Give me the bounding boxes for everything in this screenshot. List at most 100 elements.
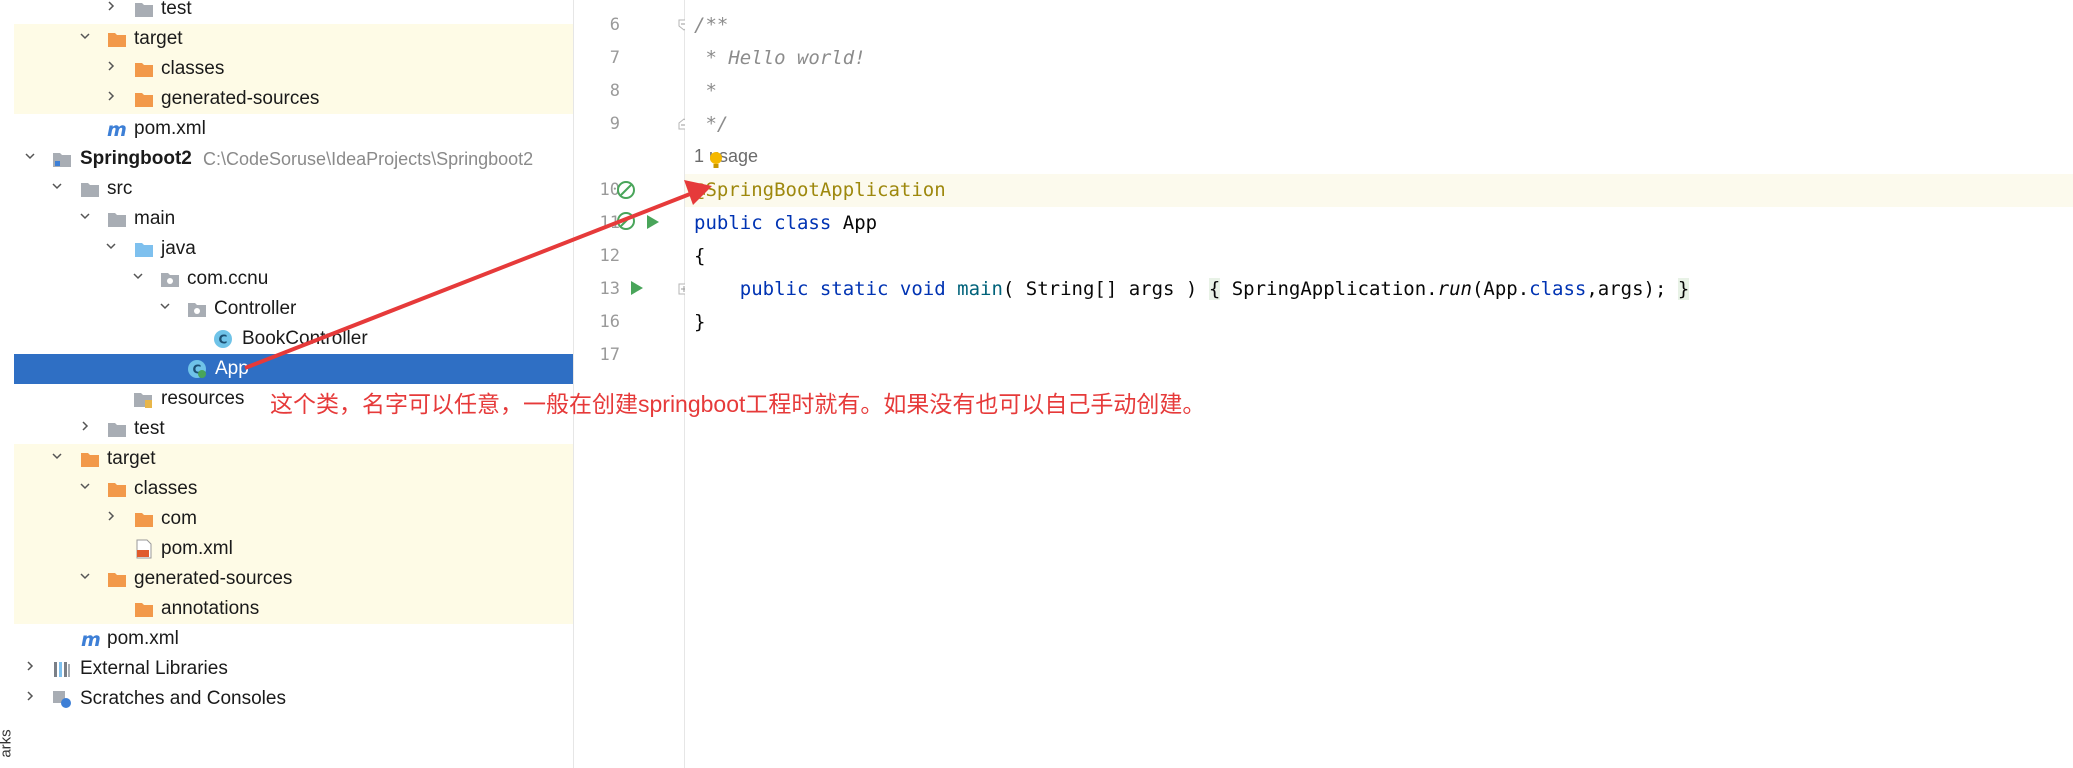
chevron-down-icon[interactable] [25,151,35,161]
maven-icon: m [81,629,100,649]
folder-icon [108,33,126,47]
tree-item-label: pom.xml [134,118,206,139]
run-icon[interactable] [630,280,644,296]
editor-gutter[interactable]: 6 7 8 9 10 11 12 13 16 17 [573,0,690,768]
code-editor[interactable]: /** * Hello world! * */ 1 usage @SpringB… [685,0,2073,768]
tree-item-label: src [107,178,133,199]
source-folder-icon [135,243,153,257]
brace-close: } [1677,278,1690,300]
spring-bean-icon[interactable] [616,211,636,231]
folder-icon [135,93,153,107]
code-line-10[interactable]: @SpringBootApplication [694,179,946,201]
tree-item-label: generated-sources [161,88,320,109]
tree-item-classes-2[interactable]: classes [14,474,573,504]
line-number: 9 [609,114,620,134]
brace-open: { [1208,278,1221,300]
folder-icon [135,63,153,77]
tree-item-label: com.ccnu [187,268,269,289]
chevron-down-icon[interactable] [80,571,90,581]
side-tool-strip[interactable]: arks [0,0,15,768]
tree-item-generated-sources-2[interactable]: generated-sources [14,564,573,594]
chevron-down-icon[interactable] [80,211,90,221]
keyword: class [774,212,832,234]
code-line-6[interactable]: /** [694,14,728,36]
tree-item-springboot2[interactable]: Springboot2 C:\CodeSoruse\IdeaProjects\S… [14,144,573,174]
tree-item-label: generated-sources [134,568,293,589]
tree-item-target-2[interactable]: target [14,444,573,474]
chevron-right-icon[interactable] [106,91,116,101]
code-line-11[interactable]: public class App [694,212,877,234]
project-tree[interactable]: test target classes generated-sources m … [14,0,573,768]
line-number: 11 [599,213,620,233]
tree-item-bookcontroller[interactable]: C BookController [14,324,573,354]
tree-item-controller[interactable]: Controller [14,294,573,324]
folder-icon [108,423,126,437]
lightbulb-icon[interactable] [709,151,723,169]
chevron-right-icon[interactable] [25,691,35,701]
svg-text:m: m [107,119,126,139]
tree-item-external-libraries[interactable]: External Libraries [14,654,573,684]
tree-item-app[interactable]: C App [14,354,573,384]
tree-item-scratches-and-consoles[interactable]: Scratches and Consoles [14,684,573,714]
chevron-right-icon[interactable] [106,511,116,521]
tree-item-label: test [134,418,165,439]
code-line-9[interactable]: */ [694,113,728,135]
java-class-icon: C [214,330,232,348]
chevron-down-icon[interactable] [133,271,143,281]
chevron-down-icon[interactable] [160,301,170,311]
chevron-down-icon[interactable] [80,31,90,41]
folder-icon [81,453,99,467]
run-icon[interactable] [646,214,660,230]
tree-item-src[interactable]: src [14,174,573,204]
tree-item-test-top[interactable]: test [14,0,573,24]
tree-item-label: Scratches and Consoles [80,688,286,709]
code-line-8[interactable]: * [694,80,716,102]
modifiers: public static void [739,278,946,300]
tree-item-label: App [215,358,249,379]
svg-text:m: m [81,629,100,649]
chevron-right-icon[interactable] [106,1,116,11]
chevron-right-icon[interactable] [25,661,35,671]
tree-item-pom-xml[interactable]: m pom.xml [14,114,573,144]
tree-item-label: classes [161,58,225,79]
chevron-down-icon[interactable] [106,241,116,251]
spring-bean-icon[interactable] [616,180,636,200]
tree-item-annotations[interactable]: annotations [14,594,573,624]
tree-item-classes[interactable]: classes [14,54,573,84]
tree-item-pom-xml-2[interactable]: pom.xml [14,534,573,564]
chevron-right-icon[interactable] [80,421,90,431]
line-number: 7 [609,48,620,68]
tree-item-label: main [134,208,176,229]
package-icon [161,273,179,287]
params: ( String[] args ) [1002,278,1198,300]
code-line-7[interactable]: * Hello world! [694,47,865,69]
tree-item-java[interactable]: java [14,234,573,264]
folder-icon [135,513,153,527]
tree-item-com-ccnu[interactable]: com.ccnu [14,264,573,294]
chevron-down-icon[interactable] [52,181,62,191]
line-number: 8 [609,81,620,101]
tree-item-pom-xml-3[interactable]: m pom.xml [14,624,573,654]
tree-item-label: com [161,508,197,529]
tree-item-main[interactable]: main [14,204,573,234]
code-line-12[interactable]: { [694,245,705,267]
usage-hint[interactable]: 1 usage [694,146,758,167]
chevron-down-icon[interactable] [52,451,62,461]
chevron-down-icon[interactable] [80,481,90,491]
tree-item-com[interactable]: com [14,504,573,534]
folder-icon [108,213,126,227]
tree-item-generated-sources[interactable]: generated-sources [14,84,573,114]
chevron-right-icon[interactable] [106,61,116,71]
bookmarks-tab-label[interactable]: arks [0,729,15,757]
code-line-16[interactable]: } [694,311,705,333]
libraries-icon [54,662,70,677]
tree-item-target[interactable]: target [14,24,573,54]
code-line-13[interactable]: public static void main( String[] args )… [694,278,1690,300]
tree-item-label: classes [134,478,198,499]
scratches-icon [53,691,71,708]
xml-file-icon [136,539,152,559]
line-number: 16 [599,312,620,332]
class-name: App [842,212,878,234]
line-number: 10 [599,180,620,200]
line-number: 12 [599,246,620,266]
